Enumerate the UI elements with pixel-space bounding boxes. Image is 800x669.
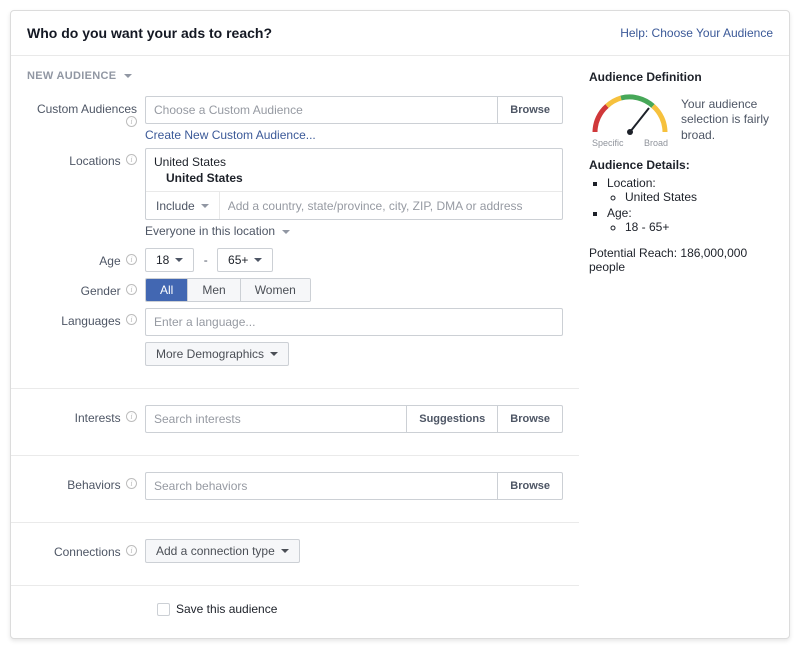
info-icon[interactable]: i	[126, 254, 137, 265]
interests-browse-button[interactable]: Browse	[497, 406, 562, 432]
info-icon[interactable]: i	[126, 116, 137, 127]
detail-location-value: United States	[625, 190, 775, 204]
locations-box: United States United States Include	[145, 148, 563, 220]
new-audience-label: NEW AUDIENCE	[27, 70, 116, 82]
more-demographics-label: More Demographics	[156, 347, 264, 361]
chevron-down-icon	[124, 74, 132, 78]
locations-label: Locations i	[27, 148, 145, 168]
behaviors-input[interactable]	[146, 473, 497, 499]
location-scope-label: Everyone in this location	[145, 224, 275, 238]
chevron-down-icon	[282, 230, 290, 234]
save-audience-label: Save this audience	[176, 602, 277, 616]
behaviors-browse-button[interactable]: Browse	[497, 473, 562, 499]
gender-men-button[interactable]: Men	[187, 279, 239, 301]
location-country-bold: United States	[154, 169, 554, 185]
location-selected[interactable]: United States United States	[146, 149, 562, 191]
gauge-specific-label: Specific	[592, 138, 624, 148]
gender-women-button[interactable]: Women	[240, 279, 310, 301]
connections-dropdown[interactable]: Add a connection type	[145, 539, 300, 563]
interests-suggestions-button[interactable]: Suggestions	[406, 406, 497, 432]
audience-definition-title: Audience Definition	[589, 70, 775, 84]
interests-label: Interests i	[27, 405, 145, 425]
gender-label: Gender i	[27, 278, 145, 298]
location-include-dropdown[interactable]: Include	[146, 192, 220, 219]
gender-all-button[interactable]: All	[146, 279, 187, 301]
connections-label: Connections i	[27, 539, 145, 559]
info-icon[interactable]: i	[126, 411, 137, 422]
detail-age-value: 18 - 65+	[625, 220, 775, 234]
audience-details-list: Location: United States Age: 18 - 65+	[589, 176, 775, 234]
interests-input[interactable]	[146, 406, 406, 432]
save-audience-checkbox[interactable]	[157, 603, 170, 616]
age-min-value: 18	[156, 253, 169, 267]
detail-location-label: Location:	[607, 176, 656, 190]
gauge-broad-label: Broad	[644, 138, 668, 148]
chevron-down-icon	[254, 258, 262, 262]
info-icon[interactable]: i	[126, 154, 137, 165]
location-include-label: Include	[156, 199, 195, 213]
behaviors-label: Behaviors i	[27, 472, 145, 492]
connections-label-text: Connections	[54, 545, 121, 559]
age-max-dropdown[interactable]: 65+	[217, 248, 273, 272]
custom-audiences-label: Custom Audiences i	[27, 96, 145, 130]
languages-input[interactable]	[146, 309, 562, 335]
connections-add-label: Add a connection type	[156, 544, 275, 558]
behaviors-label-text: Behaviors	[67, 478, 120, 492]
info-icon[interactable]: i	[126, 284, 137, 295]
detail-age-label: Age:	[607, 206, 632, 220]
age-label-text: Age	[99, 254, 120, 268]
chevron-down-icon	[201, 204, 209, 208]
more-demographics-dropdown[interactable]: More Demographics	[145, 342, 289, 366]
custom-audiences-label-text: Custom Audiences	[37, 102, 137, 116]
page-title: Who do you want your ads to reach?	[27, 25, 272, 41]
ad-audience-panel: Who do you want your ads to reach? Help:…	[10, 10, 790, 639]
audience-definition-panel: Audience Definition Specific Broad	[579, 56, 789, 288]
chevron-down-icon	[281, 549, 289, 553]
info-icon[interactable]: i	[126, 314, 137, 325]
audience-details-title: Audience Details:	[589, 158, 775, 172]
locations-label-text: Locations	[69, 154, 120, 168]
chevron-down-icon	[270, 352, 278, 356]
custom-audience-browse-button[interactable]: Browse	[497, 97, 562, 123]
location-input[interactable]	[220, 199, 562, 213]
audience-gauge: Specific Broad	[589, 92, 671, 148]
gauge-icon	[589, 92, 671, 138]
languages-label-text: Languages	[61, 314, 120, 328]
info-icon[interactable]: i	[126, 545, 137, 556]
gender-label-text: Gender	[81, 284, 121, 298]
new-audience-dropdown[interactable]: NEW AUDIENCE	[11, 56, 579, 90]
custom-audience-input[interactable]	[146, 97, 497, 123]
help-link[interactable]: Help: Choose Your Audience	[620, 26, 773, 40]
chevron-down-icon	[175, 258, 183, 262]
gender-segmented: All Men Women	[145, 278, 311, 302]
age-min-dropdown[interactable]: 18	[145, 248, 194, 272]
age-dash: -	[198, 253, 214, 267]
gauge-note: Your audience selection is fairly broad.	[681, 97, 775, 144]
potential-reach: Potential Reach: 186,000,000 people	[589, 246, 775, 274]
interests-label-text: Interests	[75, 411, 121, 425]
location-country: United States	[154, 155, 554, 169]
panel-header: Who do you want your ads to reach? Help:…	[11, 11, 789, 56]
info-icon[interactable]: i	[126, 478, 137, 489]
languages-label: Languages i	[27, 308, 145, 328]
location-scope-dropdown[interactable]: Everyone in this location	[145, 220, 290, 242]
create-custom-audience-link[interactable]: Create New Custom Audience...	[145, 124, 316, 142]
age-label: Age i	[27, 248, 145, 268]
age-max-value: 65+	[228, 253, 248, 267]
